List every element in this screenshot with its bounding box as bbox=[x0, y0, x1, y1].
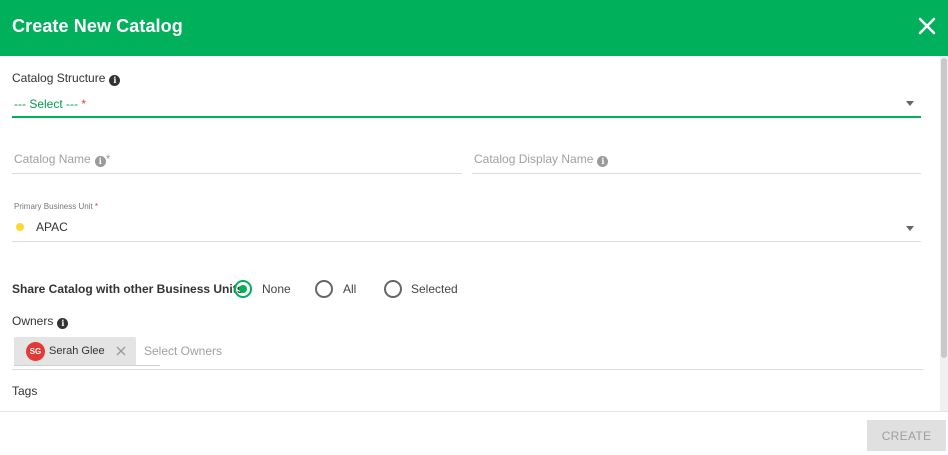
catalog-display-name-field[interactable]: Catalog Display Name i bbox=[474, 152, 609, 167]
chevron-down-icon[interactable] bbox=[906, 226, 914, 231]
primary-business-unit-label: Primary Business Unit * bbox=[14, 202, 99, 211]
share-option-none-label[interactable]: None bbox=[262, 282, 291, 296]
avatar: SG bbox=[26, 342, 45, 361]
catalog-name-field[interactable]: Catalog Name i * bbox=[14, 152, 110, 167]
chevron-down-icon[interactable] bbox=[906, 101, 914, 106]
owners-input[interactable]: Select Owners bbox=[144, 344, 222, 358]
share-radio-all[interactable] bbox=[315, 280, 333, 298]
remove-chip-icon[interactable] bbox=[115, 345, 127, 357]
required-mark: * bbox=[94, 202, 99, 211]
dialog-header: Create New Catalog bbox=[0, 0, 948, 56]
owners-underline bbox=[12, 369, 923, 370]
owner-chip[interactable]: SG Serah Glee bbox=[14, 337, 136, 366]
share-catalog-label: Share Catalog with other Business Units bbox=[12, 282, 244, 296]
share-option-selected-label[interactable]: Selected bbox=[411, 282, 458, 296]
catalog-structure-label: Catalog Structure i bbox=[12, 71, 121, 86]
owners-label: Owners i bbox=[12, 314, 69, 329]
share-radio-selected[interactable] bbox=[384, 280, 402, 298]
dialog-footer: CREATE bbox=[0, 411, 948, 455]
catalog-name-underline bbox=[12, 173, 462, 174]
info-icon[interactable]: i bbox=[109, 75, 121, 86]
required-mark: * bbox=[81, 97, 87, 111]
info-icon[interactable]: i bbox=[57, 318, 69, 329]
required-mark: * bbox=[105, 152, 111, 166]
tags-label: Tags bbox=[12, 384, 38, 398]
catalog-structure-value: --- Select --- bbox=[14, 97, 78, 111]
business-unit-color-dot bbox=[16, 223, 24, 231]
dialog-title: Create New Catalog bbox=[12, 16, 183, 36]
scrollbar[interactable] bbox=[940, 56, 948, 412]
primary-business-unit-value: APAC bbox=[36, 220, 68, 234]
primary-business-unit-select[interactable] bbox=[12, 212, 921, 242]
info-icon[interactable]: i bbox=[597, 156, 609, 167]
create-button[interactable]: CREATE bbox=[867, 420, 946, 451]
catalog-display-name-underline bbox=[472, 173, 921, 174]
share-radio-none[interactable] bbox=[234, 280, 252, 298]
owner-chip-underline bbox=[14, 365, 160, 366]
close-icon[interactable] bbox=[918, 15, 936, 37]
scrollbar-thumb[interactable] bbox=[941, 58, 947, 358]
info-icon[interactable]: i bbox=[94, 156, 106, 167]
owner-chip-name: Serah Glee bbox=[49, 345, 105, 357]
catalog-structure-select[interactable]: --- Select --- * bbox=[12, 92, 921, 118]
share-option-all-label[interactable]: All bbox=[343, 282, 356, 296]
